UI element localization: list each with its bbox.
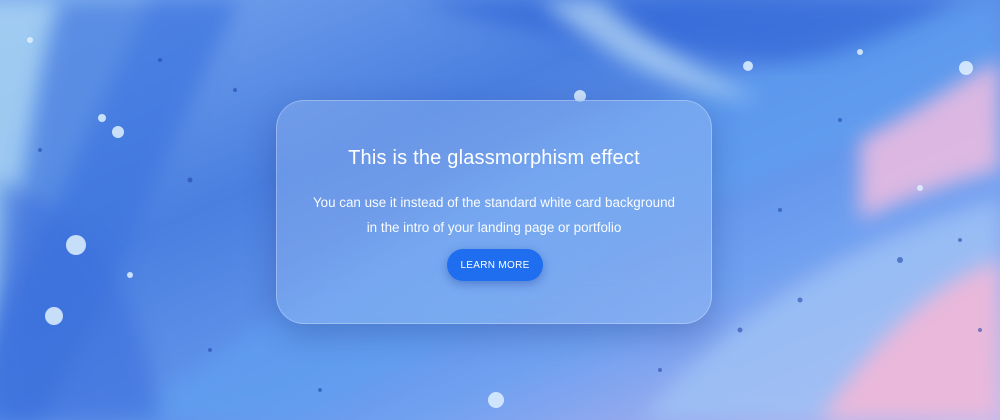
card-title: This is the glassmorphism effect (348, 147, 640, 169)
card-description-line-2: in the intro of your landing page or por… (366, 220, 622, 235)
hero-section: This is the glassmorphism effect You can… (0, 0, 1000, 420)
learn-more-button[interactable]: LEARN MORE (447, 249, 543, 281)
card-description: You can use it instead of the standard w… (277, 190, 711, 240)
glass-card: This is the glassmorphism effect You can… (276, 100, 712, 324)
card-description-line-1: You can use it instead of the standard w… (312, 195, 676, 210)
